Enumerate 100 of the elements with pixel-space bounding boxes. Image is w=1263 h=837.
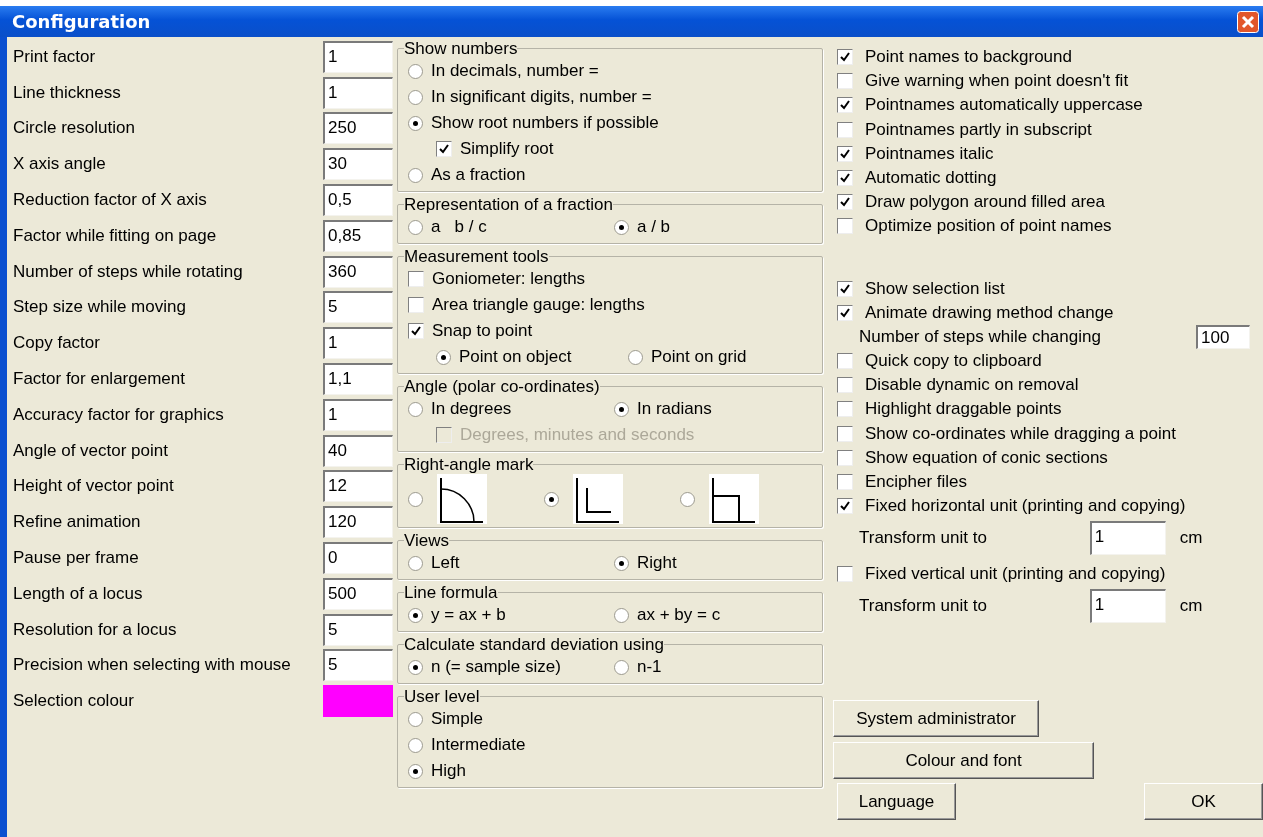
- radio-button[interactable]: [408, 63, 423, 79]
- checkbox[interactable]: [837, 377, 853, 394]
- option-label: Highlight draggable points: [865, 399, 1062, 420]
- radio-button[interactable]: [543, 491, 559, 507]
- number-field[interactable]: 250: [323, 112, 393, 145]
- option-label: Left: [431, 553, 460, 573]
- radio-button[interactable]: [408, 555, 423, 571]
- checkbox[interactable]: [837, 194, 853, 211]
- radio-button[interactable]: [408, 763, 423, 779]
- number-field[interactable]: 5: [323, 291, 393, 324]
- number-field[interactable]: 12: [323, 470, 393, 503]
- number-field[interactable]: 1: [323, 76, 393, 109]
- option-label: Give warning when point doesn't fit: [865, 71, 1129, 92]
- radio-button[interactable]: [408, 607, 423, 623]
- option-label: In decimals, number =: [431, 61, 599, 81]
- unit-label: cm: [1179, 596, 1203, 617]
- radio-button[interactable]: [408, 401, 423, 417]
- number-field[interactable]: 40: [323, 434, 393, 467]
- radio-button[interactable]: [614, 401, 629, 417]
- colour-swatch[interactable]: [323, 685, 393, 718]
- checkbox[interactable]: [837, 498, 853, 515]
- setting-label: Copy factor: [13, 333, 100, 354]
- checkbox[interactable]: [837, 304, 853, 321]
- group-title: Views: [404, 531, 450, 550]
- setting-label: Step size while moving: [13, 297, 186, 318]
- radio-button[interactable]: [408, 219, 423, 235]
- checkbox[interactable]: [408, 271, 424, 287]
- number-field[interactable]: 120: [323, 506, 393, 539]
- option-label: Simplify root: [460, 139, 554, 159]
- setting-label: X axis angle: [13, 154, 106, 175]
- checkbox[interactable]: [837, 401, 853, 418]
- option-label: Simple: [431, 709, 483, 729]
- checkbox[interactable]: [837, 49, 853, 66]
- checkbox[interactable]: [837, 97, 853, 114]
- number-field[interactable]: 1: [323, 327, 393, 360]
- number-field[interactable]: 30: [323, 148, 393, 181]
- radio-button[interactable]: [628, 349, 643, 365]
- radio-button[interactable]: [408, 737, 423, 753]
- option-label: Goniometer: lengths: [432, 269, 586, 289]
- radio-button[interactable]: [614, 607, 629, 623]
- checkbox[interactable]: [837, 73, 853, 90]
- setting-label: Pause per frame: [13, 548, 139, 569]
- dialog-button[interactable]: Colour and font: [833, 742, 1094, 780]
- option-label: Quick copy to clipboard: [865, 350, 1042, 371]
- radio-button[interactable]: [436, 349, 451, 365]
- radio-button[interactable]: [408, 659, 423, 675]
- checkbox[interactable]: [837, 121, 853, 138]
- number-field[interactable]: 360: [323, 255, 393, 288]
- number-field[interactable]: 0,85: [323, 219, 393, 252]
- setting-label: Number of steps while rotating: [13, 261, 243, 282]
- option-label: a b / c: [431, 217, 487, 237]
- number-field[interactable]: 1: [323, 398, 393, 431]
- checkbox[interactable]: [837, 425, 853, 442]
- checkbox[interactable]: [837, 145, 853, 162]
- number-field[interactable]: 5: [323, 613, 393, 646]
- radio-button[interactable]: [408, 167, 423, 183]
- checkbox[interactable]: [837, 473, 853, 490]
- number-field[interactable]: 1: [1089, 589, 1166, 624]
- dialog-button[interactable]: System administrator: [833, 700, 1039, 738]
- option-label: Area triangle gauge: lengths: [432, 295, 645, 315]
- number-field[interactable]: 1,1: [323, 363, 393, 396]
- checkbox[interactable]: [837, 449, 853, 466]
- number-field[interactable]: 0,5: [323, 184, 393, 217]
- checkbox[interactable]: [408, 297, 424, 313]
- radio-button[interactable]: [408, 491, 423, 507]
- checkbox[interactable]: [837, 218, 853, 235]
- option-label: Show equation of conic sections: [865, 447, 1108, 468]
- close-icon[interactable]: [1237, 10, 1259, 33]
- option-label: High: [431, 761, 466, 781]
- radio-button[interactable]: [614, 219, 629, 235]
- number-field[interactable]: 1: [323, 40, 393, 73]
- group-title: Representation of a fraction: [404, 195, 613, 214]
- checkbox[interactable]: [837, 280, 853, 297]
- group-title: Line formula: [404, 583, 498, 602]
- checkbox[interactable]: [436, 141, 452, 157]
- number-field[interactable]: 100: [1196, 324, 1250, 349]
- checkbox[interactable]: [408, 323, 424, 339]
- checkbox[interactable]: [837, 352, 853, 369]
- option-label: Automatic dotting: [865, 168, 997, 189]
- arc-mark-icon: [437, 474, 487, 524]
- option-label: In significant digits, number =: [431, 87, 652, 107]
- number-field[interactable]: 0: [323, 542, 393, 575]
- option-label: Animate drawing method change: [865, 302, 1114, 323]
- option-label: Draw polygon around filled area: [865, 192, 1106, 213]
- radio-button[interactable]: [679, 491, 695, 507]
- setting-label: Length of a locus: [13, 583, 143, 604]
- radio-button[interactable]: [408, 711, 423, 727]
- setting-label: Refine animation: [13, 512, 141, 533]
- dialog-button[interactable]: Language: [837, 783, 956, 821]
- number-field[interactable]: 5: [323, 649, 393, 682]
- radio-button[interactable]: [614, 555, 629, 571]
- dialog-button[interactable]: OK: [1144, 783, 1263, 821]
- checkbox[interactable]: [837, 566, 853, 583]
- radio-button[interactable]: [614, 659, 629, 675]
- number-field[interactable]: 1: [1089, 521, 1166, 556]
- radio-button[interactable]: [408, 89, 423, 105]
- option-label: Show selection list: [865, 278, 1005, 299]
- checkbox[interactable]: [837, 170, 853, 187]
- radio-button[interactable]: [408, 115, 423, 131]
- number-field[interactable]: 500: [323, 577, 393, 610]
